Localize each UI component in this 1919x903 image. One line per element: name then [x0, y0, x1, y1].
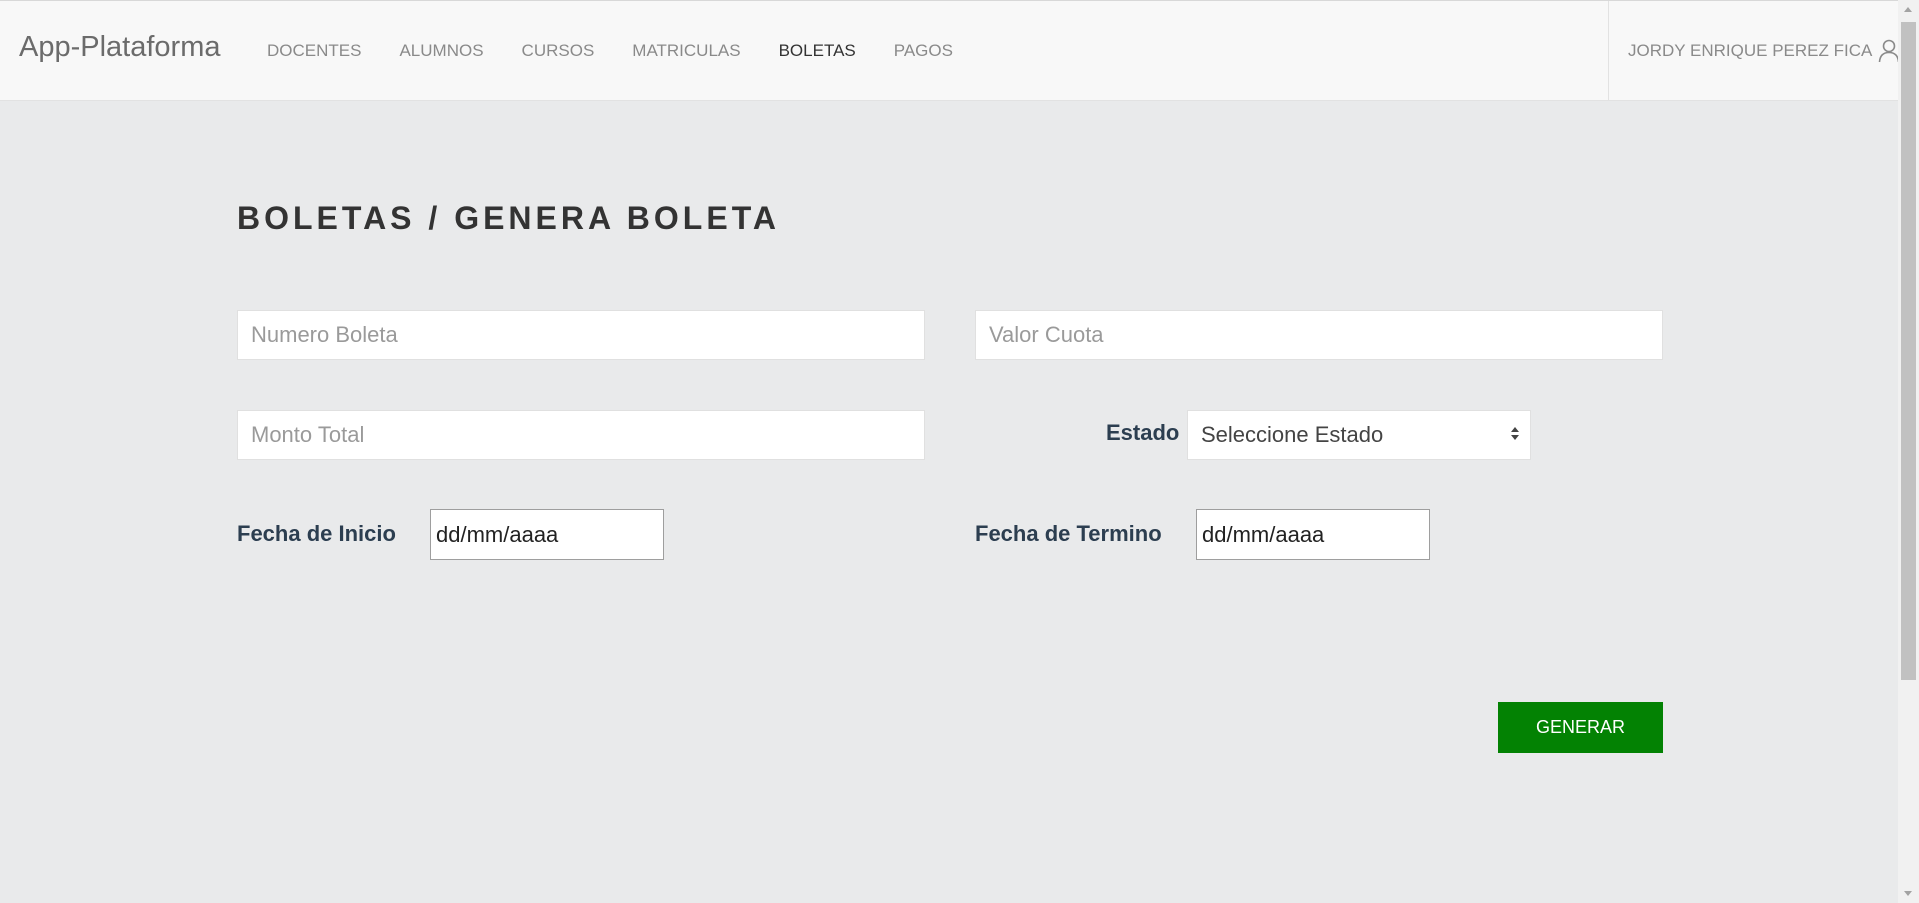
fecha-inicio-input[interactable]: dd/mm/aaaa: [430, 509, 664, 560]
navbar: App-Plataforma DOCENTES ALUMNOS CURSOS M…: [0, 0, 1900, 101]
nav-item-boletas[interactable]: BOLETAS: [760, 41, 875, 61]
estado-label: Estado: [1106, 420, 1180, 445]
fecha-termino-input[interactable]: dd/mm/aaaa: [1196, 509, 1430, 560]
nav-item-alumnos[interactable]: ALUMNOS: [380, 41, 502, 61]
brand-link[interactable]: App-Plataforma: [19, 33, 221, 62]
select-arrows-icon: [1511, 427, 1519, 443]
nav-item-cursos[interactable]: CURSOS: [503, 41, 614, 61]
page-title: BOLETAS / GENERA BOLETA: [237, 200, 780, 236]
nav-item-pagos[interactable]: PAGOS: [875, 41, 972, 61]
fecha-termino-label: Fecha de Termino: [975, 521, 1162, 546]
scroll-up-icon[interactable]: [1904, 7, 1912, 12]
fecha-termino-value: dd/mm/aaaa: [1202, 521, 1325, 547]
valor-cuota-input[interactable]: [975, 310, 1663, 360]
page-scrollbar[interactable]: [1898, 0, 1919, 903]
estado-selected-value: Seleccione Estado: [1201, 422, 1384, 447]
numero-boleta-input[interactable]: [237, 310, 925, 360]
estado-select[interactable]: Seleccione Estado: [1187, 410, 1531, 460]
scroll-thumb[interactable]: [1901, 22, 1916, 680]
nav-menu: DOCENTES ALUMNOS CURSOS MATRICULAS BOLET…: [248, 1, 972, 101]
user-menu[interactable]: JORDY ENRIQUE PEREZ FICA: [1608, 1, 1900, 101]
monto-total-input[interactable]: [237, 410, 925, 460]
nav-item-matriculas[interactable]: MATRICULAS: [613, 41, 759, 61]
fecha-inicio-value: dd/mm/aaaa: [436, 521, 559, 547]
user-name: JORDY ENRIQUE PEREZ FICA: [1628, 41, 1873, 60]
page: App-Plataforma DOCENTES ALUMNOS CURSOS M…: [0, 0, 1919, 903]
scroll-down-icon[interactable]: [1904, 891, 1912, 896]
fecha-inicio-label: Fecha de Inicio: [237, 521, 396, 546]
nav-item-docentes[interactable]: DOCENTES: [248, 41, 380, 61]
generar-button[interactable]: GENERAR: [1498, 702, 1663, 753]
